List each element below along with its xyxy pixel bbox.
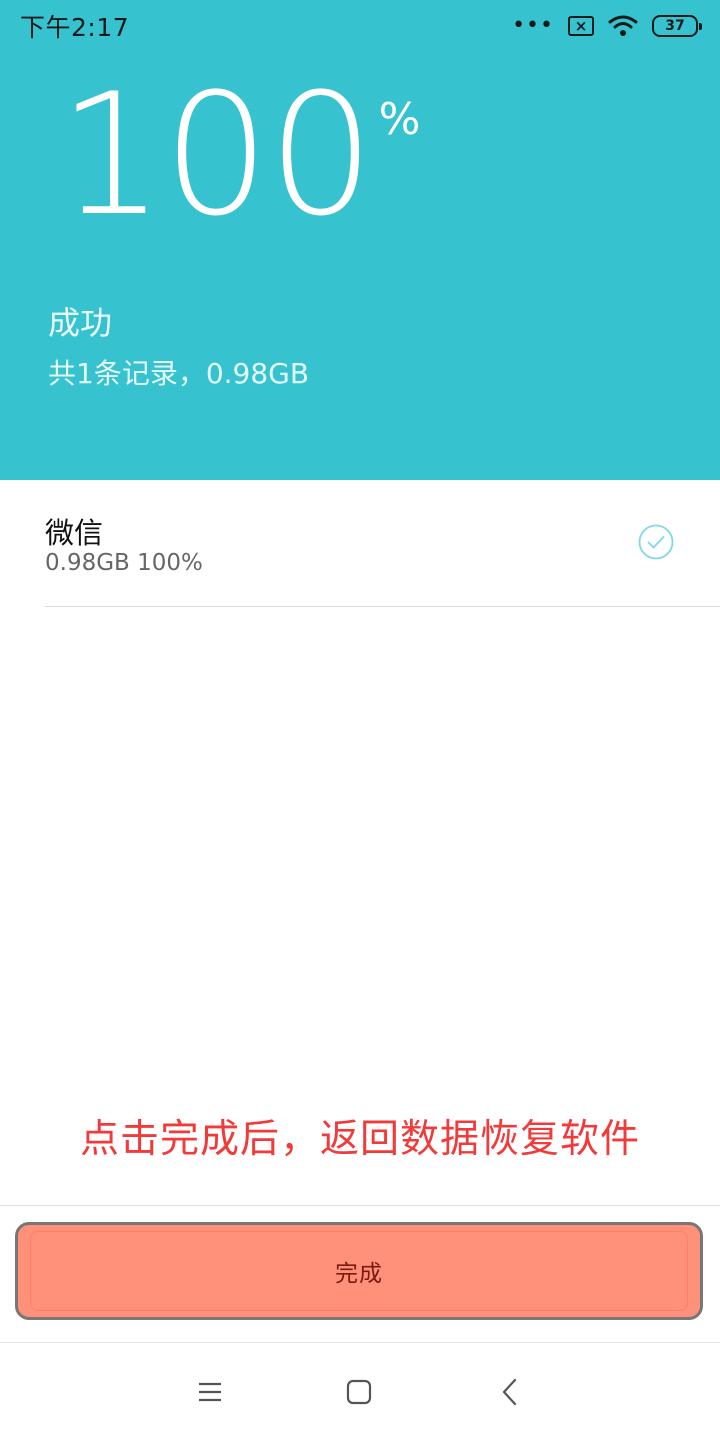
divider: [0, 1205, 720, 1206]
navigation-bar: [0, 1343, 720, 1440]
wifi-icon: [608, 15, 638, 36]
list-item-detail: 0.98GB 100%: [45, 550, 203, 576]
battery-level: 37: [665, 18, 685, 34]
home-square-icon[interactable]: [346, 1379, 372, 1405]
status-time: 下午2:17: [20, 13, 130, 42]
list-item-name: 微信: [45, 516, 104, 550]
screen: 下午2:17 ••• × 37 100 % 成功 共1条记录，0.98GB 微信: [0, 0, 720, 1440]
menu-icon[interactable]: [197, 1379, 223, 1405]
done-button-label: 完成: [335, 1261, 383, 1287]
done-button[interactable]: 完成: [15, 1222, 703, 1320]
more-dots-icon: •••: [512, 13, 554, 38]
sim-x-icon: ×: [568, 16, 594, 36]
percent-value: 100: [58, 57, 375, 253]
back-chevron-icon[interactable]: [498, 1379, 524, 1405]
battery-icon: 37: [652, 15, 702, 37]
annotation-text: 点击完成后，返回数据恢复软件: [79, 1117, 640, 1162]
result-summary: 共1条记录，0.98GB: [48, 357, 310, 390]
result-header: 下午2:17 ••• × 37 100 % 成功 共1条记录，0.98GB: [0, 0, 720, 480]
result-title: 成功: [48, 304, 113, 342]
progress-percent: 100 %: [58, 70, 420, 240]
percent-sign: %: [378, 94, 421, 145]
status-bar: 下午2:17 ••• × 37: [0, 0, 720, 52]
status-icons: ••• × 37: [512, 13, 702, 38]
check-circle-icon: [638, 524, 674, 560]
list-item[interactable]: 微信 0.98GB 100%: [45, 480, 720, 607]
